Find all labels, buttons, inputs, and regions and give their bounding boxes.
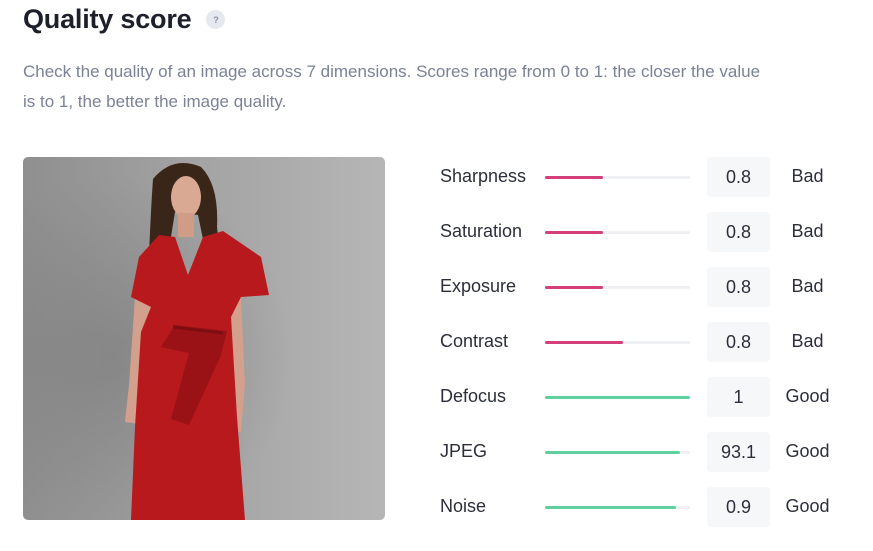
metric-status: Good (785, 441, 830, 461)
metric-score-bar (545, 451, 690, 454)
metric-status: Bad (791, 221, 824, 241)
metric-name: Saturation (440, 221, 523, 241)
metric-score-bar (545, 286, 690, 289)
metric-score-bar-fill (545, 506, 676, 509)
metric-value: 0.9 (707, 487, 770, 527)
metric-status: Bad (791, 276, 824, 296)
metric-score-bar-fill (545, 286, 603, 289)
metric-row-exposure: Exposure 0.8 Bad (440, 267, 860, 322)
metric-name: Defocus (440, 386, 507, 406)
metric-row-noise: Noise 0.9 Good (440, 487, 860, 542)
metric-value: 0.8 (707, 157, 770, 197)
metric-score-bar-fill (545, 231, 603, 234)
quality-metrics-list: Sharpness 0.8 Bad Saturation 0.8 Bad Exposure 0… (440, 157, 860, 542)
metric-value: 0.8 (707, 322, 770, 362)
metric-row-sharpness: Sharpness 0.8 Bad (440, 157, 860, 212)
metric-row-contrast: Contrast 0.8 Bad (440, 322, 860, 377)
metric-name: Sharpness (440, 166, 527, 186)
metric-status: Bad (791, 166, 824, 186)
metric-name: Noise (440, 496, 487, 516)
metric-value: 93.1 (707, 432, 770, 472)
metric-name: JPEG (440, 441, 488, 461)
metric-score-bar-fill (545, 451, 680, 454)
metric-row-defocus: Defocus 1 Good (440, 377, 860, 432)
metric-status: Bad (791, 331, 824, 351)
metric-score-bar (545, 506, 690, 509)
metric-score-bar-fill (545, 396, 690, 399)
metric-row-saturation: Saturation 0.8 Bad (440, 212, 860, 267)
metric-score-bar-fill (545, 341, 624, 344)
page-title: Quality score (23, 4, 192, 34)
metric-score-bar (545, 176, 690, 179)
metric-score-bar-fill (545, 176, 603, 179)
metric-value: 0.8 (707, 212, 770, 252)
metric-value: 1 (707, 377, 770, 417)
header: Quality score ? (23, 4, 226, 35)
metric-score-bar (545, 231, 690, 234)
metric-row-jpeg: JPEG 93.1 Good (440, 432, 860, 487)
metric-score-bar (545, 396, 690, 399)
metric-score-bar (545, 341, 690, 344)
metric-status: Good (785, 496, 830, 516)
metric-value: 0.8 (707, 267, 770, 307)
metric-name: Exposure (440, 276, 517, 296)
page-description: Check the quality of an image across 7 d… (23, 62, 761, 111)
analyzed-image (23, 157, 385, 520)
question-mark-icon[interactable]: ? (206, 10, 226, 29)
metric-name: Contrast (440, 331, 509, 351)
metric-status: Good (785, 386, 830, 406)
